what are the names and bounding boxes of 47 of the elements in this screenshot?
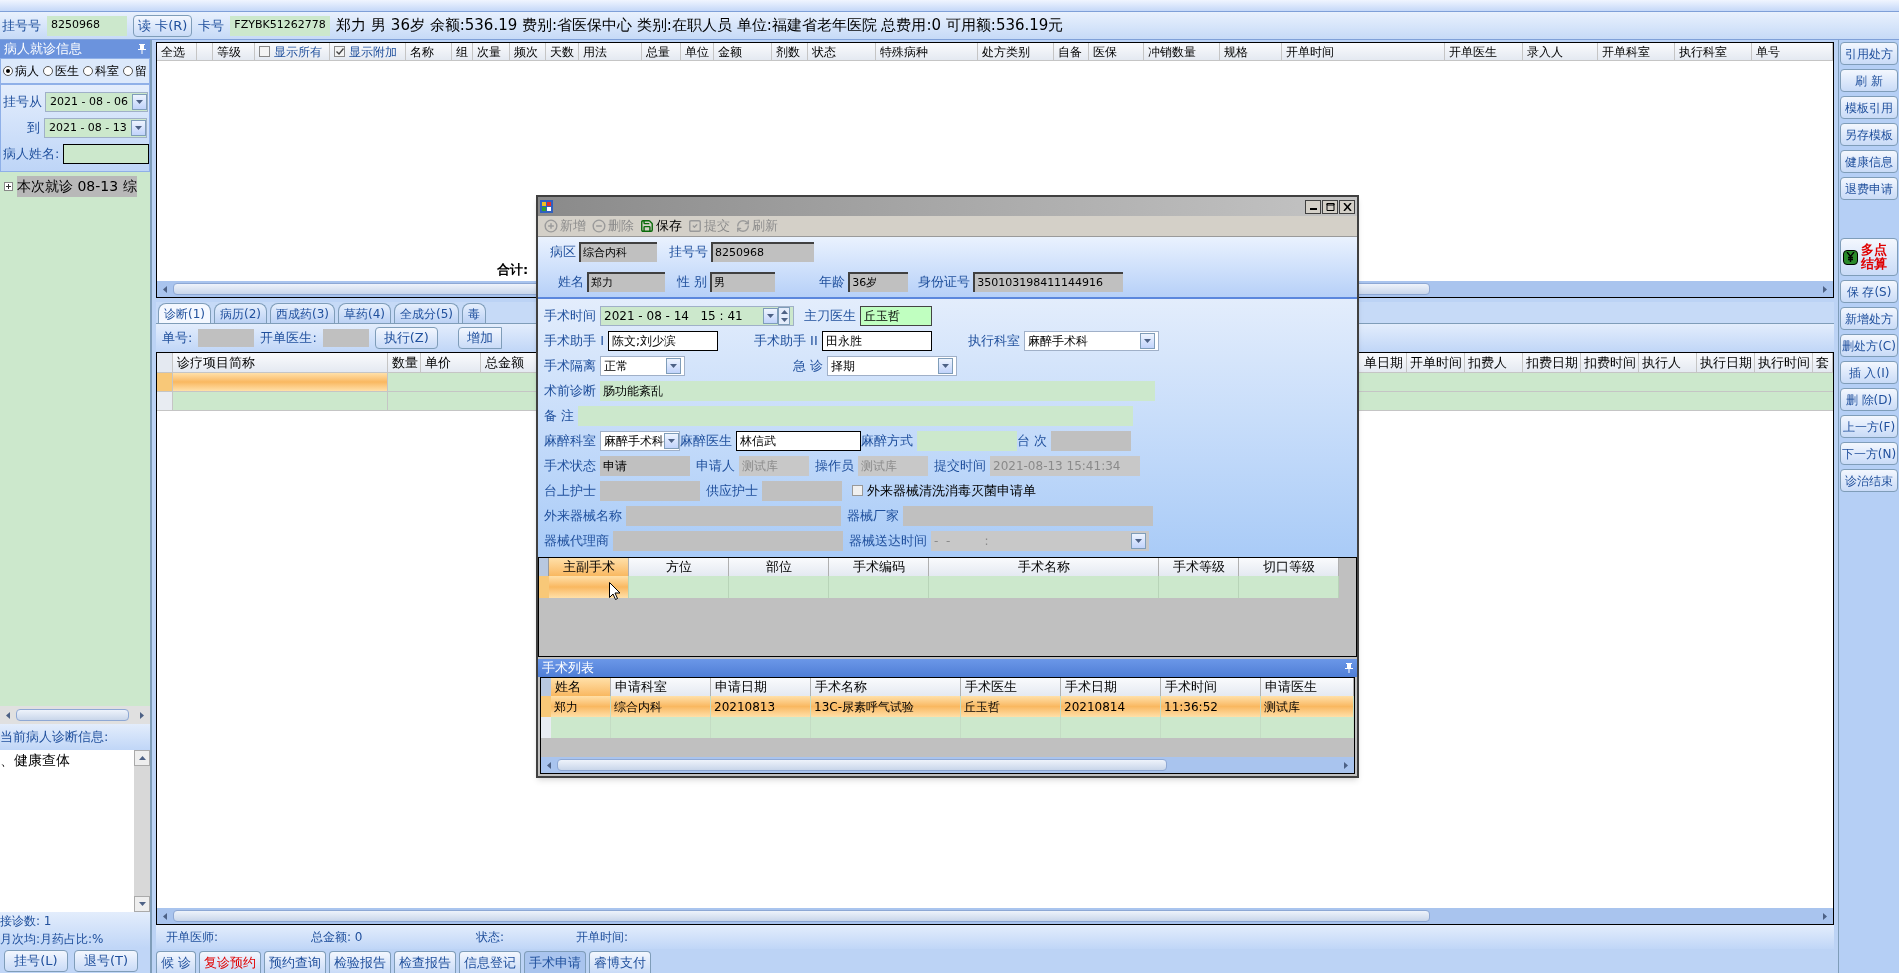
panel-title: 手术列表	[542, 659, 594, 678]
field-label: 供应护士	[706, 481, 758, 500]
field-label: 申请人	[696, 456, 735, 475]
field-label: 手术助手 II	[753, 331, 818, 350]
field-label: 器械厂家	[847, 506, 899, 525]
field-label: 开单医生:	[260, 329, 317, 348]
field-label: 性 别	[677, 273, 708, 292]
field-label: 手术助手 I	[544, 331, 604, 350]
stat-text: 月次均:月药占比:%	[0, 931, 105, 948]
field-label: 挂号从	[3, 93, 41, 112]
status-text: 开单时间:	[576, 929, 629, 946]
stat-text: 接诊数: 1	[0, 913, 53, 930]
field-label: 手术时间	[544, 306, 596, 325]
field-label: 提交时间	[934, 456, 986, 475]
status-text: 总金额: 0	[311, 929, 364, 946]
field-label: 急 诊	[793, 356, 824, 375]
field-label: 挂号号	[669, 243, 708, 262]
status-text: 开单医师:	[166, 929, 220, 946]
panel-title: 当前病人诊断信息:	[0, 728, 109, 747]
field-label: 操作员	[815, 456, 854, 475]
field-label: 术前诊断	[544, 381, 596, 400]
field-label: 卡号	[198, 16, 225, 35]
field-label: 年龄	[819, 273, 846, 292]
field-label: 麻醉方式	[861, 431, 913, 450]
field-label: 台上护士	[544, 481, 596, 500]
field-label: 器械送达时间	[849, 531, 927, 550]
field-label: 麻醉医生	[680, 431, 732, 450]
field-label: 主刀医生	[804, 306, 856, 325]
field-label: 病区	[550, 243, 576, 262]
total-label: 合计:	[497, 260, 529, 279]
panel-title: 病人就诊信息	[4, 40, 82, 59]
patient-summary: 郑力 男 36岁 余额:536.19 费别:省医保中心 类别:在职人员 单位:福建省老年医院 总费用:0 可用额:536.19元	[336, 15, 1064, 37]
diagnosis-text: 、健康查体	[0, 751, 71, 770]
field-label: 挂号号	[2, 16, 41, 35]
field-label: 执行科室	[967, 331, 1020, 350]
field-label: 麻醉科室	[544, 431, 596, 450]
field-label: 备 注	[544, 406, 575, 425]
field-label: 台 次	[1017, 431, 1048, 450]
field-label: 病人姓名:	[3, 145, 60, 164]
field-label: 手术状态	[544, 456, 596, 475]
field-label: 器械代理商	[544, 531, 609, 550]
status-text: 状态:	[476, 929, 506, 946]
field-label: 身份证号	[918, 273, 971, 292]
field-label: 到	[25, 119, 40, 138]
field-label: 单号:	[162, 329, 193, 348]
field-label: 外来器械名称	[544, 506, 622, 525]
field-label: 姓名	[558, 273, 584, 292]
